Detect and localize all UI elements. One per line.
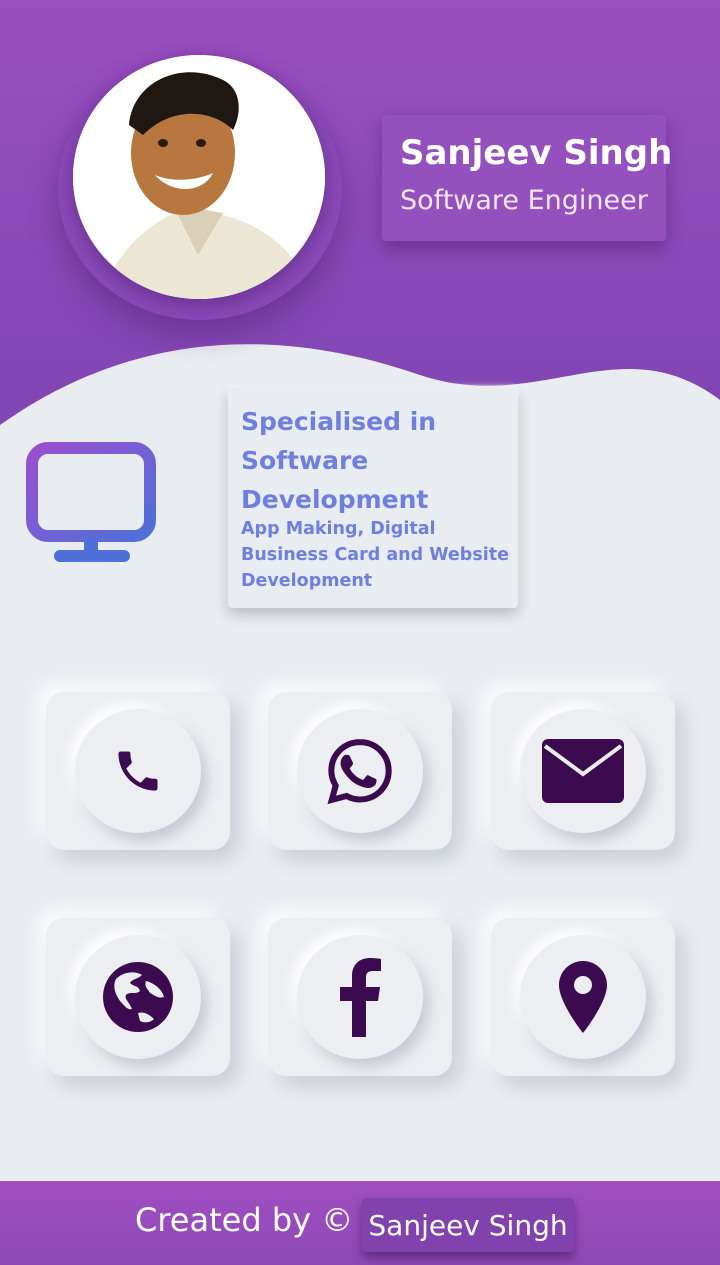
whatsapp-button[interactable] — [268, 692, 452, 850]
globe-icon — [103, 962, 173, 1032]
location-button[interactable] — [491, 918, 675, 1076]
profile-name: Sanjeev Singh — [400, 133, 673, 173]
whatsapp-icon — [327, 739, 392, 805]
created-by-text: Created by © — [135, 1201, 354, 1239]
monitor-icon — [26, 442, 156, 562]
map-pin-icon — [559, 961, 607, 1033]
profile-photo — [73, 55, 325, 299]
email-button[interactable] — [491, 692, 675, 850]
author-button[interactable]: Sanjeev Singh — [362, 1198, 574, 1252]
envelope-icon — [542, 739, 624, 803]
name-card: Sanjeev Singh Software Engineer — [382, 115, 672, 241]
phone-button[interactable] — [46, 692, 230, 850]
specialisation-title: Specialised in Software Development — [241, 407, 437, 514]
website-button[interactable] — [46, 918, 230, 1076]
profile-role: Software Engineer — [400, 185, 648, 216]
specialisation-card: Specialised in Software Development App … — [228, 388, 518, 608]
phone-icon — [118, 751, 158, 791]
avatar[interactable] — [73, 55, 325, 299]
facebook-icon — [340, 958, 381, 1037]
specialisation-subtitle: App Making, Digital Business Card and We… — [241, 519, 509, 591]
footer: Created by © Sanjeev Singh — [0, 1181, 720, 1265]
facebook-button[interactable] — [268, 918, 452, 1076]
